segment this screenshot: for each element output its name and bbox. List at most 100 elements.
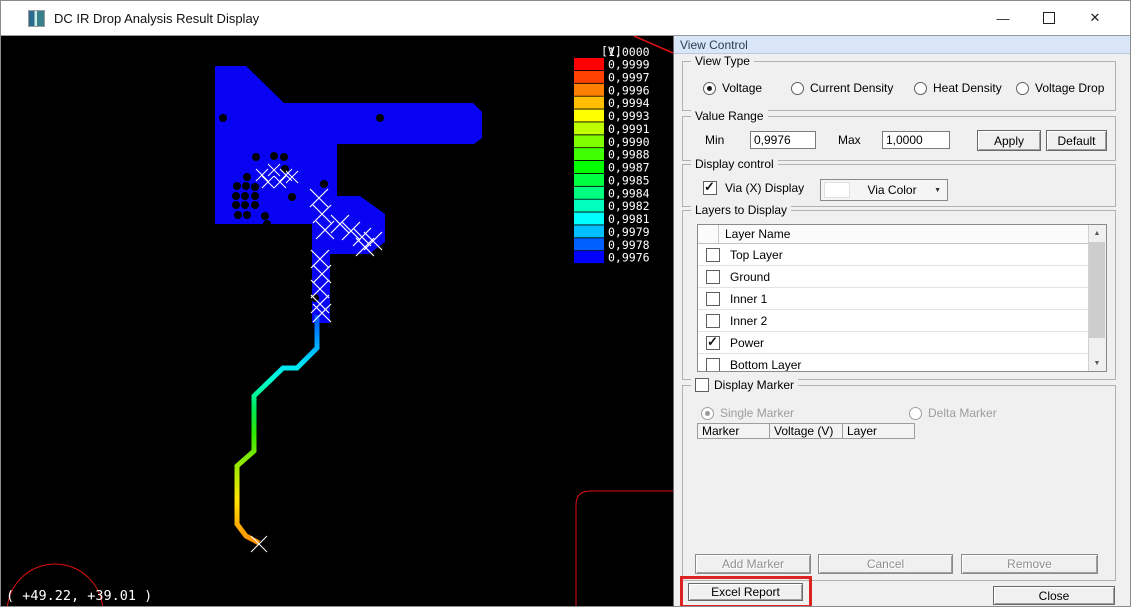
legend-swatch bbox=[574, 122, 604, 134]
via-color-swatch bbox=[824, 182, 850, 198]
radio-voltage-drop[interactable]: Voltage Drop bbox=[1016, 81, 1104, 95]
apply-button[interactable]: Apply bbox=[977, 130, 1041, 151]
layer-row[interactable]: Power bbox=[698, 332, 1089, 354]
legend-value: 0,9997 bbox=[608, 70, 650, 84]
view-control-panel: View Control View Type Voltage Current D… bbox=[673, 36, 1130, 606]
via-color-dropdown[interactable]: Via Color ▼ bbox=[820, 179, 948, 201]
radio-heat-density-icon bbox=[914, 82, 927, 95]
radio-current-density-icon bbox=[791, 82, 804, 95]
display-marker-checkbox[interactable] bbox=[695, 378, 709, 392]
radio-delta-marker[interactable]: Delta Marker bbox=[909, 406, 997, 420]
legend-swatch bbox=[574, 161, 604, 173]
legend-value: 0,9985 bbox=[608, 173, 650, 187]
radio-heat-density[interactable]: Heat Density bbox=[914, 81, 1002, 95]
drill-hole bbox=[241, 192, 249, 200]
layer-checkbox[interactable] bbox=[706, 248, 720, 262]
close-button[interactable]: Close bbox=[993, 586, 1115, 605]
drill-hole bbox=[251, 201, 259, 209]
legend-value: 0,9981 bbox=[608, 212, 650, 226]
drill-hole bbox=[376, 114, 384, 122]
radio-voltage-label: Voltage bbox=[722, 81, 762, 95]
legend-swatch bbox=[574, 225, 604, 237]
voltage-trace bbox=[237, 315, 317, 543]
min-value-input[interactable] bbox=[750, 131, 816, 149]
drill-hole bbox=[232, 201, 240, 209]
radio-current-density-label: Current Density bbox=[810, 81, 893, 95]
voltage-column-header: Voltage (V) bbox=[769, 423, 843, 439]
drill-hole bbox=[219, 114, 227, 122]
board-outline-corner bbox=[576, 491, 673, 606]
delta-marker-label: Delta Marker bbox=[928, 406, 997, 420]
via-color-label: Via Color bbox=[850, 183, 934, 197]
marker-column-header: Marker bbox=[697, 423, 770, 439]
drill-hole bbox=[320, 180, 328, 188]
layer-name: Ground bbox=[730, 270, 770, 284]
radio-single-marker[interactable]: Single Marker bbox=[701, 406, 794, 420]
scroll-down-icon[interactable]: ▼ bbox=[1089, 355, 1105, 371]
legend-swatch bbox=[574, 148, 604, 160]
drill-hole bbox=[263, 220, 271, 228]
result-canvas[interactable]: 1,0000 [V] 0,99990,99970,99960,99940,999… bbox=[1, 36, 673, 606]
via-display-checkbox[interactable]: Via (X) Display bbox=[703, 181, 804, 195]
layer-row[interactable]: Inner 2 bbox=[698, 310, 1089, 332]
drill-hole bbox=[242, 182, 250, 190]
layer-checkbox[interactable] bbox=[706, 270, 720, 284]
cancel-button[interactable]: Cancel bbox=[818, 554, 953, 574]
legend-value: 0,9991 bbox=[608, 122, 650, 136]
layer-checkbox[interactable] bbox=[706, 314, 720, 328]
layer-checkbox[interactable] bbox=[706, 336, 720, 350]
minimize-icon: — bbox=[997, 11, 1010, 26]
radio-voltage-drop-icon bbox=[1016, 82, 1029, 95]
value-range-label: Value Range bbox=[691, 109, 768, 123]
radio-single-marker-icon bbox=[701, 407, 714, 420]
remove-button[interactable]: Remove bbox=[961, 554, 1098, 574]
layer-name: Inner 2 bbox=[730, 314, 767, 328]
legend-swatch bbox=[574, 71, 604, 83]
layer-checkbox[interactable] bbox=[706, 358, 720, 372]
radio-current-density[interactable]: Current Density bbox=[791, 81, 893, 95]
legend-unit-label: [V] bbox=[601, 44, 622, 58]
layer-row[interactable]: Top Layer bbox=[698, 244, 1089, 266]
drill-hole bbox=[243, 211, 251, 219]
legend-swatch bbox=[574, 97, 604, 109]
scroll-up-icon[interactable]: ▲ bbox=[1089, 225, 1105, 241]
drill-hole bbox=[232, 192, 240, 200]
drill-hole bbox=[251, 183, 259, 191]
layers-header-spacer bbox=[698, 225, 719, 243]
legend-swatch bbox=[574, 84, 604, 96]
minimize-button[interactable]: — bbox=[980, 3, 1026, 33]
value-range-group: Value Range Min Max Apply Default bbox=[682, 116, 1116, 161]
close-button-label: Close bbox=[1039, 589, 1070, 603]
radio-heat-density-label: Heat Density bbox=[933, 81, 1002, 95]
layers-group-label: Layers to Display bbox=[691, 203, 791, 217]
layer-checkbox[interactable] bbox=[706, 292, 720, 306]
drill-hole bbox=[252, 153, 260, 161]
layers-scrollbar[interactable]: ▲ ▼ bbox=[1088, 225, 1106, 371]
legend-value: 0,9976 bbox=[608, 251, 650, 265]
scrollbar-thumb[interactable] bbox=[1089, 242, 1105, 338]
add-marker-button-label: Add Marker bbox=[722, 557, 784, 571]
radio-voltage[interactable]: Voltage bbox=[703, 81, 762, 95]
layer-row[interactable]: Bottom Layer bbox=[698, 354, 1089, 372]
layer-row[interactable]: Inner 1 bbox=[698, 288, 1089, 310]
legend-swatch bbox=[574, 187, 604, 199]
add-marker-button[interactable]: Add Marker bbox=[695, 554, 811, 574]
maximize-button[interactable] bbox=[1026, 3, 1072, 33]
legend-value: 0,9987 bbox=[608, 161, 650, 175]
layer-row[interactable]: Ground bbox=[698, 266, 1089, 288]
legend-swatch bbox=[574, 200, 604, 212]
legend-value: 0,9982 bbox=[608, 199, 650, 213]
single-marker-label: Single Marker bbox=[720, 406, 794, 420]
default-button[interactable]: Default bbox=[1046, 130, 1107, 151]
excel-report-button[interactable]: Excel Report bbox=[688, 583, 803, 601]
legend-value: 0,9988 bbox=[608, 148, 650, 162]
close-window-button[interactable]: ✕ bbox=[1072, 3, 1118, 33]
app-icon bbox=[28, 10, 45, 27]
drill-hole bbox=[234, 211, 242, 219]
chevron-down-icon: ▼ bbox=[934, 187, 941, 194]
legend-value: 0,9993 bbox=[608, 109, 650, 123]
max-value-input[interactable] bbox=[882, 131, 950, 149]
legend-value: 0,9999 bbox=[608, 58, 650, 72]
display-marker-group: Display Marker Single Marker Delta Marke… bbox=[682, 385, 1116, 581]
maximize-icon bbox=[1043, 12, 1055, 24]
